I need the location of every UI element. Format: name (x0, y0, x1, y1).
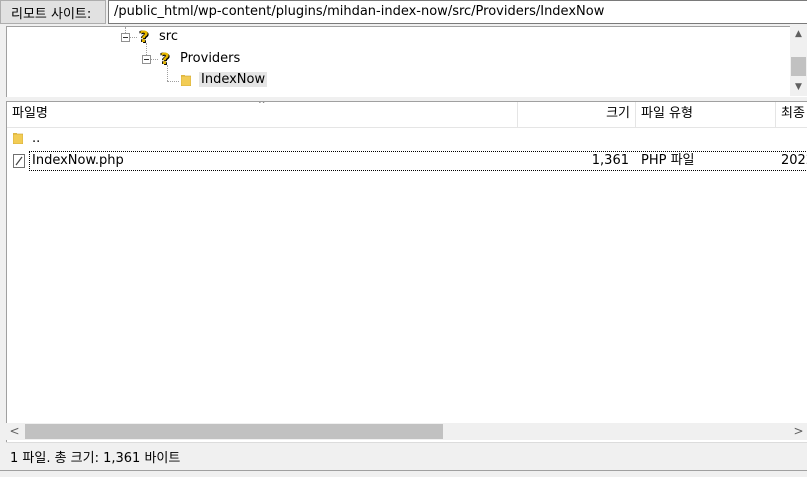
collapse-toggle-src[interactable] (121, 33, 130, 42)
tree-node-indexnow[interactable]: IndexNow (199, 72, 268, 87)
tree-vertical-scrollbar[interactable]: ▲ ▼ (790, 26, 807, 96)
unknown-folder-icon: ? (160, 49, 170, 68)
collapse-toggle-providers[interactable] (142, 55, 151, 64)
scroll-right-arrow-icon[interactable]: > (790, 423, 807, 440)
horizontal-scroll-thumb[interactable] (25, 424, 443, 439)
divider (0, 470, 807, 471)
file-size: 1,361 (591, 153, 629, 168)
list-item-parent-dir[interactable]: .. (7, 129, 807, 149)
unknown-folder-icon: ? (139, 27, 149, 46)
tree-node-src[interactable]: src (159, 29, 178, 44)
folder-icon (13, 133, 23, 144)
remote-site-label: 리모트 사이트: (0, 0, 106, 24)
column-header-modified[interactable]: 최종 (776, 102, 807, 127)
remote-file-list: 파일명 ^ 크기 파일 유형 최종 .. IndexNow.php 1,361 … (6, 101, 807, 442)
scroll-up-arrow-icon[interactable]: ▲ (790, 26, 807, 43)
file-name: .. (32, 131, 41, 146)
remote-path-input[interactable]: /public_html/wp-content/plugins/mihdan-i… (108, 0, 807, 24)
scroll-left-arrow-icon[interactable]: < (6, 423, 23, 440)
folder-icon (181, 75, 191, 86)
file-type: PHP 파일 (641, 153, 695, 168)
remote-directory-tree: ? src ? Providers IndexNow (6, 26, 807, 97)
scroll-down-arrow-icon[interactable]: ▼ (790, 79, 807, 96)
tree-connector (167, 81, 179, 82)
sort-ascending-icon: ^ (258, 101, 266, 110)
file-list-horizontal-scrollbar[interactable]: < > (6, 423, 807, 440)
column-header-type[interactable]: 파일 유형 (636, 102, 776, 127)
file-name: IndexNow.php (32, 153, 124, 168)
column-header-size[interactable]: 크기 (518, 102, 636, 127)
file-icon (13, 154, 25, 168)
status-bar: 1 파일. 총 크기: 1,361 바이트 (6, 442, 807, 469)
file-modified: 2022 (781, 153, 807, 168)
remote-path-bar: 리모트 사이트: /public_html/wp-content/plugins… (0, 0, 807, 24)
list-item-file[interactable]: IndexNow.php 1,361 PHP 파일 2022 (7, 151, 807, 171)
status-text: 1 파일. 총 크기: 1,361 바이트 (10, 451, 181, 466)
tree-node-providers[interactable]: Providers (180, 51, 240, 66)
tree-scroll-thumb[interactable] (791, 57, 806, 76)
file-list-header: 파일명 ^ 크기 파일 유형 최종 (7, 102, 807, 128)
